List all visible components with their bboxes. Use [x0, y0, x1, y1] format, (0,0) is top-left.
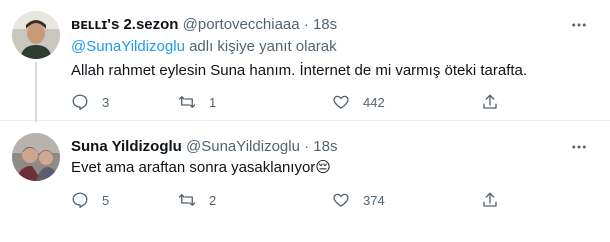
like-button[interactable]: 374 [332, 190, 385, 210]
avatar[interactable] [12, 11, 60, 59]
display-name[interactable]: Suna Yildizoglu [71, 138, 182, 155]
share-icon [483, 192, 497, 207]
reply-icon [72, 192, 88, 209]
reply-count: 5 [102, 192, 110, 208]
like-count: 442 [363, 94, 385, 110]
retweet-count: 2 [209, 192, 217, 208]
share-button[interactable] [481, 190, 499, 210]
reply-mention-link[interactable]: @SunaYildizoglu [71, 38, 185, 55]
retweet-icon [178, 194, 196, 206]
tweet-text-content: Evet ama araftan sonra yasaklanıyor [71, 159, 316, 176]
more-icon [572, 23, 586, 27]
display-name[interactable]: ʙᴇʟʟɪ's 2.sezon [71, 16, 178, 33]
reply-button[interactable]: 3 [71, 92, 109, 112]
like-icon [333, 95, 349, 109]
more-button[interactable] [568, 136, 590, 158]
like-count: 374 [363, 192, 385, 208]
reply-count: 3 [102, 94, 110, 110]
tweet-1[interactable]: ʙᴇʟʟɪ's 2.sezon @portovecchiaaa · 18s @S… [0, 0, 610, 122]
avatar[interactable] [12, 133, 60, 181]
more-button[interactable] [568, 14, 590, 36]
tweet-header: Suna Yildizoglu @SunaYildizoglu · 18s [71, 137, 337, 157]
thread-line [35, 62, 37, 122]
timestamp[interactable]: 18s [313, 16, 337, 33]
retweet-button[interactable]: 2 [178, 190, 216, 210]
reply-icon [72, 94, 88, 111]
tweet-text: Allah rahmet eylesin Suna hanım. İnterne… [71, 62, 528, 79]
separator: · [303, 16, 309, 33]
replying-to: @SunaYildizoglu adlı kişiye yanıt olarak [71, 37, 337, 57]
timestamp[interactable]: 18s [313, 138, 337, 155]
separator: · [304, 138, 310, 155]
more-icon [572, 145, 586, 149]
tweet-header: ʙᴇʟʟɪ's 2.sezon @portovecchiaaa · 18s [71, 15, 337, 35]
pensive-face-emoji: 😔 [315, 159, 331, 176]
retweet-icon [178, 96, 196, 108]
tweet-2[interactable]: Suna Yildizoglu @SunaYildizoglu · 18s Ev… [0, 121, 610, 242]
handle[interactable]: @SunaYildizoglu [186, 138, 300, 155]
reply-button[interactable]: 5 [71, 190, 109, 210]
handle[interactable]: @portovecchiaaa [183, 16, 300, 33]
share-icon [483, 94, 497, 109]
tweet-text: Evet ama araftan sonra yasaklanıyor😔 [71, 158, 331, 178]
retweet-button[interactable]: 1 [178, 92, 216, 112]
action-bar: 3 1 442 [71, 92, 511, 112]
retweet-count: 1 [209, 94, 217, 110]
like-icon [333, 193, 349, 207]
share-button[interactable] [481, 92, 499, 112]
action-bar: 5 2 374 [71, 190, 511, 210]
like-button[interactable]: 442 [332, 92, 385, 112]
reply-suffix: adlı kişiye yanıt olarak [184, 38, 337, 55]
